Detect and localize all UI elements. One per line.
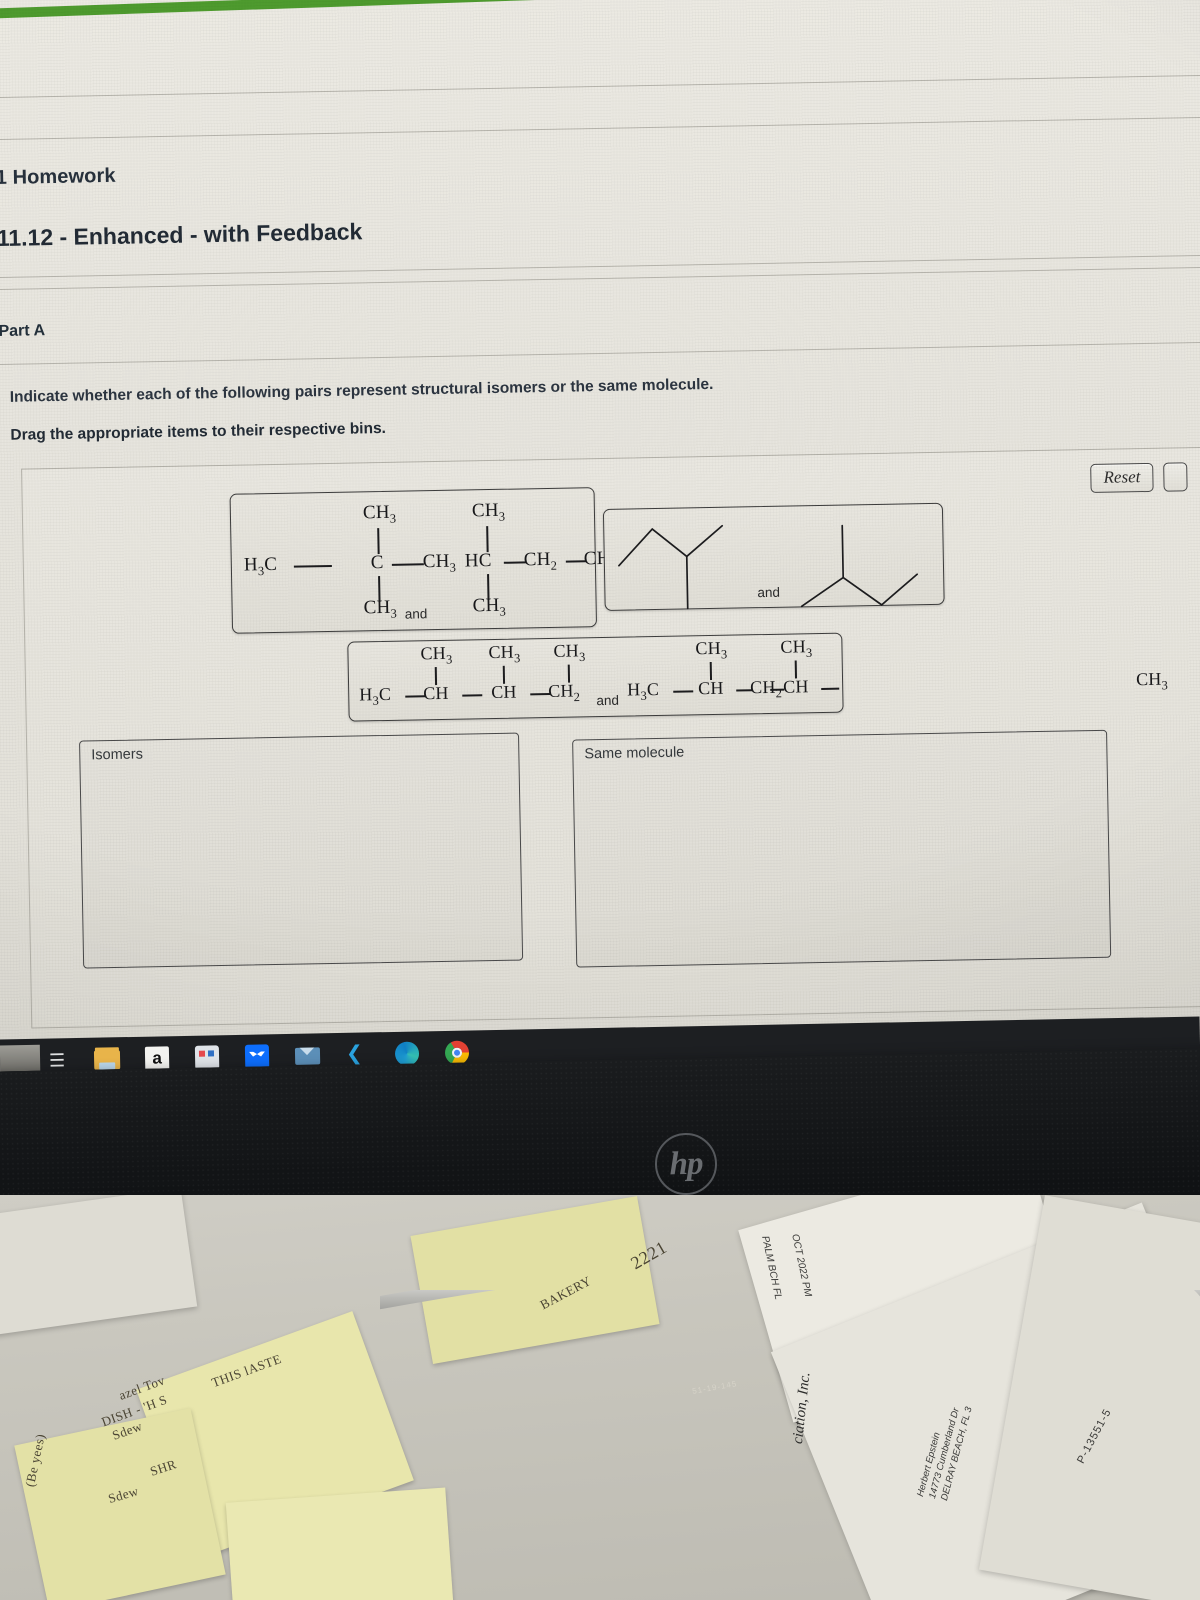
mol3-sub-3: CH3 (553, 640, 586, 665)
taskbar-left-edge (0, 1044, 41, 1072)
question-prompt-line-2: Drag the appropriate items to their resp… (10, 419, 387, 444)
pair-2-connector: and (757, 584, 781, 601)
mol4-bond-1 (673, 690, 694, 693)
mol3-sub-2: CH3 (488, 641, 521, 666)
part-label: Part A (0, 322, 46, 341)
section-divider-3 (0, 341, 1200, 366)
mol4-ch-b: CH (782, 676, 809, 697)
section-divider-1 (0, 254, 1200, 279)
help-button[interactable] (1163, 462, 1188, 492)
mol1-left-h3c: H3C (243, 553, 278, 579)
mol2-bottom-ch3: CH3 (472, 594, 507, 619)
mol1-center-c: C (370, 551, 384, 574)
drag-item-pair-3[interactable]: CH3 CH3 CH3 H3C CH CH CH2 and CH3 CH3 H3… (347, 632, 844, 722)
mol2-bond-top (486, 526, 489, 553)
pair-3-connector: and (596, 692, 620, 709)
assignment-title: 11.12 - Enhanced - with Feedback (0, 218, 363, 252)
desk-surface: PALM BCH FL OCT 2022 PM ciation, Inc. He… (0, 1195, 1200, 1600)
drag-and-drop-panel: Reset CH3 H3C C CH3 CH3 and CH3 HC CH2 C… (21, 446, 1200, 1029)
mol2-bond-a (503, 561, 526, 564)
mol2-center-hc: HC (464, 550, 492, 572)
mol4-terminal-ch3: CH3 (1135, 668, 1169, 693)
pair-1-connector: and (404, 606, 428, 622)
mol3-ch-a: CH (423, 682, 449, 704)
paper-stack-left (0, 1195, 198, 1339)
mol1-bottom-ch3: CH3 (363, 596, 398, 621)
amazon-glyph: a (144, 1046, 170, 1071)
mol4-ch-a: CH (697, 677, 724, 699)
homework-label: 1 Homework (0, 164, 116, 190)
question-prompt-line-1: Indicate whether each of the following p… (9, 375, 714, 406)
section-divider-2 (0, 266, 1200, 291)
drag-item-pair-2[interactable]: and (602, 502, 945, 611)
bin-same-molecule-label: Same molecule (584, 744, 685, 763)
mol4-bond-3 (770, 688, 785, 691)
desk-photograph: 1 Homework 11.12 - Enhanced - with Feedb… (0, 0, 1200, 1600)
mol3-h3c: H3C (359, 683, 392, 708)
mol2-top-ch3: CH3 (471, 499, 506, 524)
monitor-screen: 1 Homework 11.12 - Enhanced - with Feedb… (0, 0, 1200, 1065)
mol1-bond-right (391, 563, 424, 566)
drop-bin-same-molecule[interactable]: Same molecule (572, 729, 1112, 968)
panel-button-row: Reset (1090, 462, 1188, 494)
homework-page: 1 Homework 11.12 - Enhanced - with Feedb… (0, 0, 1200, 1065)
mol1-bond-left (293, 564, 332, 568)
mol4-sub-2: CH3 (780, 636, 813, 660)
usb-cable-right (380, 1290, 1200, 1310)
mol1-right-ch3: CH3 (422, 550, 457, 575)
mol4-bond-4 (821, 687, 840, 690)
drop-bin-isomers[interactable]: Isomers (79, 732, 524, 969)
mol4-sub-1: CH3 (695, 637, 728, 662)
drag-item-pair-1[interactable]: CH3 H3C C CH3 CH3 and CH3 HC CH2 CH CH3 (229, 487, 617, 634)
mol1-top-ch3: CH3 (362, 501, 397, 526)
mol3-sub-1: CH3 (420, 642, 453, 667)
bin-isomers-label: Isomers (91, 746, 144, 764)
mol4-h3c: H3C (627, 678, 660, 703)
mol2-ch2: CH2 (523, 548, 558, 573)
mol3-ch2: CH2 (548, 680, 581, 705)
hp-logo-text: hp (669, 1145, 703, 1182)
mol1-bond-top (377, 528, 380, 555)
mol3-ch-b: CH (491, 681, 517, 703)
mol3-bond-2 (462, 694, 483, 697)
reset-button[interactable]: Reset (1090, 462, 1154, 494)
